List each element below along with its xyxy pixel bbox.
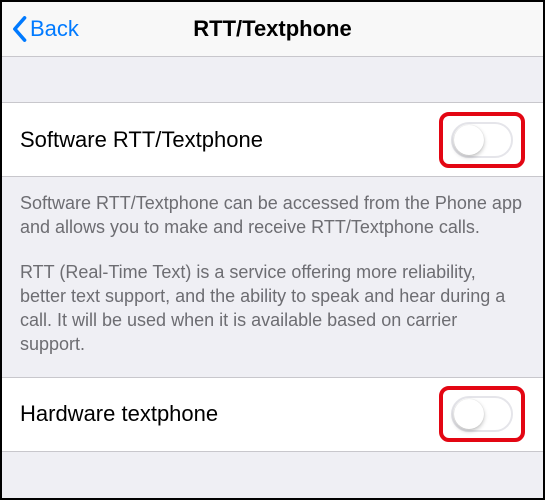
toggle-knob <box>454 125 484 155</box>
explain-p2: RTT (Real-Time Text) is a service offeri… <box>20 260 525 357</box>
highlight-box-software <box>439 112 525 168</box>
toggle-knob <box>454 399 484 429</box>
row-label-software: Software RTT/Textphone <box>20 127 263 153</box>
highlight-box-hardware <box>439 386 525 442</box>
row-label-hardware: Hardware textphone <box>20 401 218 427</box>
back-label: Back <box>30 16 79 42</box>
page-title: RTT/Textphone <box>2 16 543 42</box>
section-spacer <box>2 57 543 102</box>
navbar: Back RTT/Textphone <box>2 2 543 57</box>
row-software-rtt: Software RTT/Textphone <box>2 102 543 177</box>
toggle-hardware-textphone[interactable] <box>451 396 513 432</box>
back-button[interactable]: Back <box>10 15 79 43</box>
chevron-left-icon <box>10 15 28 43</box>
row-hardware-textphone: Hardware textphone <box>2 377 543 452</box>
explain-text: Software RTT/Textphone can be accessed f… <box>2 177 543 377</box>
explain-p1: Software RTT/Textphone can be accessed f… <box>20 191 525 240</box>
toggle-software-rtt[interactable] <box>451 122 513 158</box>
